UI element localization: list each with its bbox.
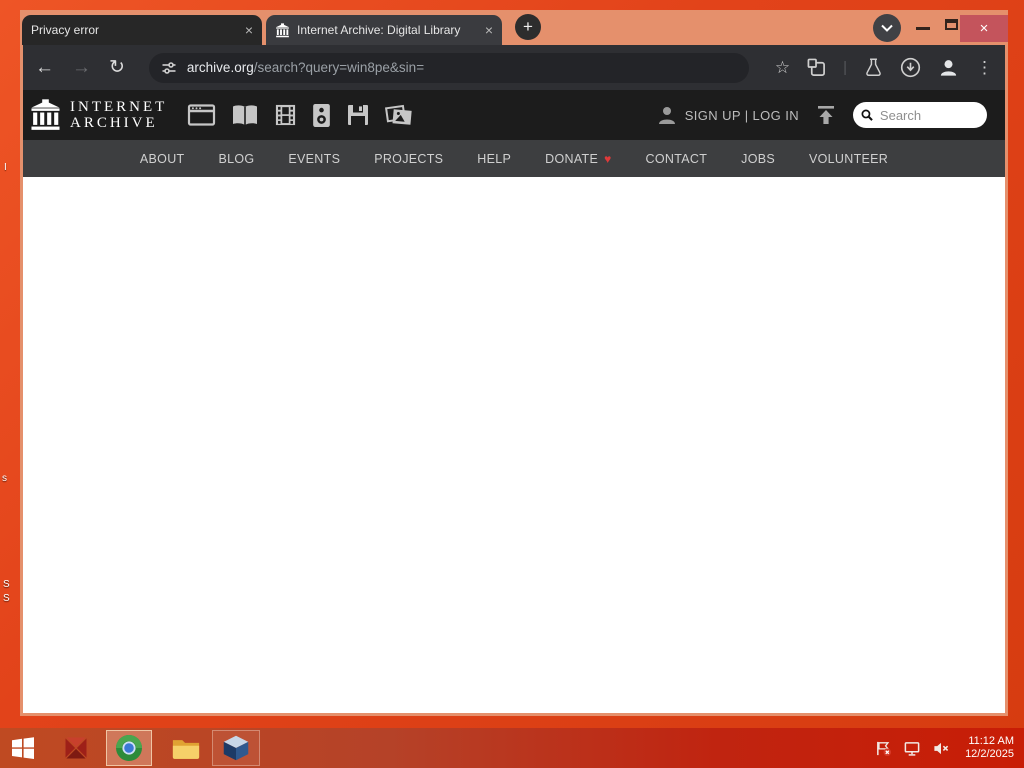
internet-archive-favicon-icon bbox=[275, 22, 290, 38]
url-path: /search?query=win8pe&sin= bbox=[253, 60, 425, 75]
forward-button[interactable]: → bbox=[72, 57, 91, 79]
browser-toolbar: ← → ↻ archive.org/search?query=win8pe&si… bbox=[23, 45, 1005, 90]
web-icon[interactable] bbox=[187, 103, 216, 127]
taskbar-file-explorer-button[interactable] bbox=[164, 728, 208, 768]
taskbar-app-red-icon[interactable] bbox=[56, 728, 96, 768]
video-icon[interactable] bbox=[274, 103, 297, 127]
extensions-icon[interactable] bbox=[807, 58, 826, 77]
nav-projects[interactable]: PROJECTS bbox=[374, 152, 443, 166]
beaker-icon[interactable] bbox=[864, 58, 883, 77]
taskbar-chrome-button[interactable] bbox=[106, 730, 152, 766]
nav-donate[interactable]: DONATE ♥ bbox=[545, 152, 611, 166]
nav-contact[interactable]: CONTACT bbox=[646, 152, 708, 166]
nav-blog[interactable]: BLOG bbox=[218, 152, 254, 166]
bookmark-star-icon[interactable]: ☆ bbox=[775, 58, 790, 78]
desktop-icon-label-fragment: I bbox=[4, 162, 7, 173]
desktop: I s S S Privacy error × Internet Archive… bbox=[0, 0, 1024, 768]
address-bar[interactable]: archive.org/search?query=win8pe&sin= bbox=[148, 52, 749, 83]
upload-icon[interactable] bbox=[815, 105, 837, 125]
toolbar-separator: | bbox=[843, 59, 847, 76]
nav-volunteer[interactable]: VOLUNTEER bbox=[809, 152, 888, 166]
new-tab-button[interactable]: + bbox=[515, 14, 541, 40]
heart-icon: ♥ bbox=[604, 151, 612, 166]
tab-title: Privacy error bbox=[31, 23, 100, 37]
action-center-flag-icon[interactable] bbox=[875, 740, 892, 757]
downloads-icon[interactable] bbox=[900, 57, 921, 78]
chrome-icon bbox=[116, 735, 142, 761]
tab-search-button[interactable] bbox=[873, 14, 901, 42]
page-content-empty bbox=[23, 177, 1005, 713]
maximize-button[interactable] bbox=[945, 19, 958, 30]
start-button[interactable] bbox=[0, 728, 46, 768]
desktop-icon-label-fragment: S bbox=[3, 593, 10, 604]
titlebar[interactable]: Privacy error × Internet Archive: Digita… bbox=[20, 10, 1008, 45]
texts-icon[interactable] bbox=[231, 103, 259, 127]
browser-window: Privacy error × Internet Archive: Digita… bbox=[20, 10, 1008, 716]
search-icon bbox=[861, 109, 873, 121]
clock-time: 11:12 AM bbox=[968, 735, 1014, 747]
archive-wordmark[interactable]: INTERNET ARCHIVE bbox=[70, 99, 167, 131]
profile-avatar-icon[interactable] bbox=[938, 57, 959, 78]
archive-nav: ABOUT BLOG EVENTS PROJECTS HELP DONATE ♥ … bbox=[23, 140, 1005, 177]
volume-muted-icon[interactable] bbox=[932, 740, 950, 757]
url-host: archive.org bbox=[186, 60, 254, 75]
audio-icon[interactable] bbox=[312, 103, 331, 128]
tab-close-icon[interactable]: × bbox=[485, 22, 493, 38]
archive-search-box[interactable] bbox=[853, 102, 987, 128]
system-tray: 11:12 AM 12/2/2025 bbox=[875, 735, 1024, 761]
taskbar: 11:12 AM 12/2/2025 bbox=[0, 728, 1024, 768]
desktop-icon-label-fragment: s bbox=[2, 473, 7, 484]
nav-jobs[interactable]: JOBS bbox=[741, 152, 775, 166]
windows-logo-icon bbox=[12, 737, 34, 759]
menu-kebab-icon[interactable]: ⋮ bbox=[976, 58, 993, 78]
images-icon[interactable] bbox=[385, 103, 413, 128]
folder-icon bbox=[172, 739, 200, 759]
virtualbox-icon bbox=[223, 735, 249, 761]
reload-button[interactable]: ↻ bbox=[109, 56, 125, 79]
tab-close-icon[interactable]: × bbox=[245, 22, 253, 38]
nav-help[interactable]: HELP bbox=[477, 152, 511, 166]
nav-events[interactable]: EVENTS bbox=[288, 152, 340, 166]
wordmark-line2: ARCHIVE bbox=[70, 115, 158, 131]
tab-internet-archive[interactable]: Internet Archive: Digital Library × bbox=[266, 15, 502, 45]
archive-header: INTERNET ARCHIVE SIGN UP | LOG IN Search bbox=[23, 90, 1005, 140]
person-icon bbox=[657, 105, 677, 125]
clock-date: 12/2/2025 bbox=[965, 748, 1014, 760]
taskbar-virtualbox-button[interactable] bbox=[212, 730, 260, 766]
minimize-button[interactable] bbox=[916, 21, 930, 30]
url-text: archive.org/search?query=win8pe&sin= bbox=[187, 60, 424, 75]
wordmark-line1: INTERNET bbox=[70, 99, 168, 115]
tab-title: Internet Archive: Digital Library bbox=[297, 23, 461, 37]
tab-privacy-error[interactable]: Privacy error × bbox=[22, 15, 262, 45]
network-icon[interactable] bbox=[903, 740, 921, 757]
back-button[interactable]: ← bbox=[35, 57, 54, 79]
close-window-button[interactable]: × bbox=[960, 15, 1008, 42]
nav-about[interactable]: ABOUT bbox=[140, 152, 185, 166]
desktop-icon-label-fragment: S bbox=[3, 579, 10, 590]
software-icon[interactable] bbox=[346, 103, 370, 127]
media-type-icons bbox=[187, 103, 413, 128]
archive-search-input[interactable] bbox=[877, 106, 979, 124]
signup-login-link[interactable]: SIGN UP | LOG IN bbox=[685, 108, 799, 123]
internet-archive-logo-icon[interactable] bbox=[29, 98, 62, 132]
chevron-down-icon bbox=[881, 24, 893, 32]
taskbar-clock[interactable]: 11:12 AM 12/2/2025 bbox=[965, 735, 1014, 761]
site-settings-icon[interactable] bbox=[161, 60, 177, 76]
nav-donate-label: DONATE bbox=[545, 151, 599, 166]
